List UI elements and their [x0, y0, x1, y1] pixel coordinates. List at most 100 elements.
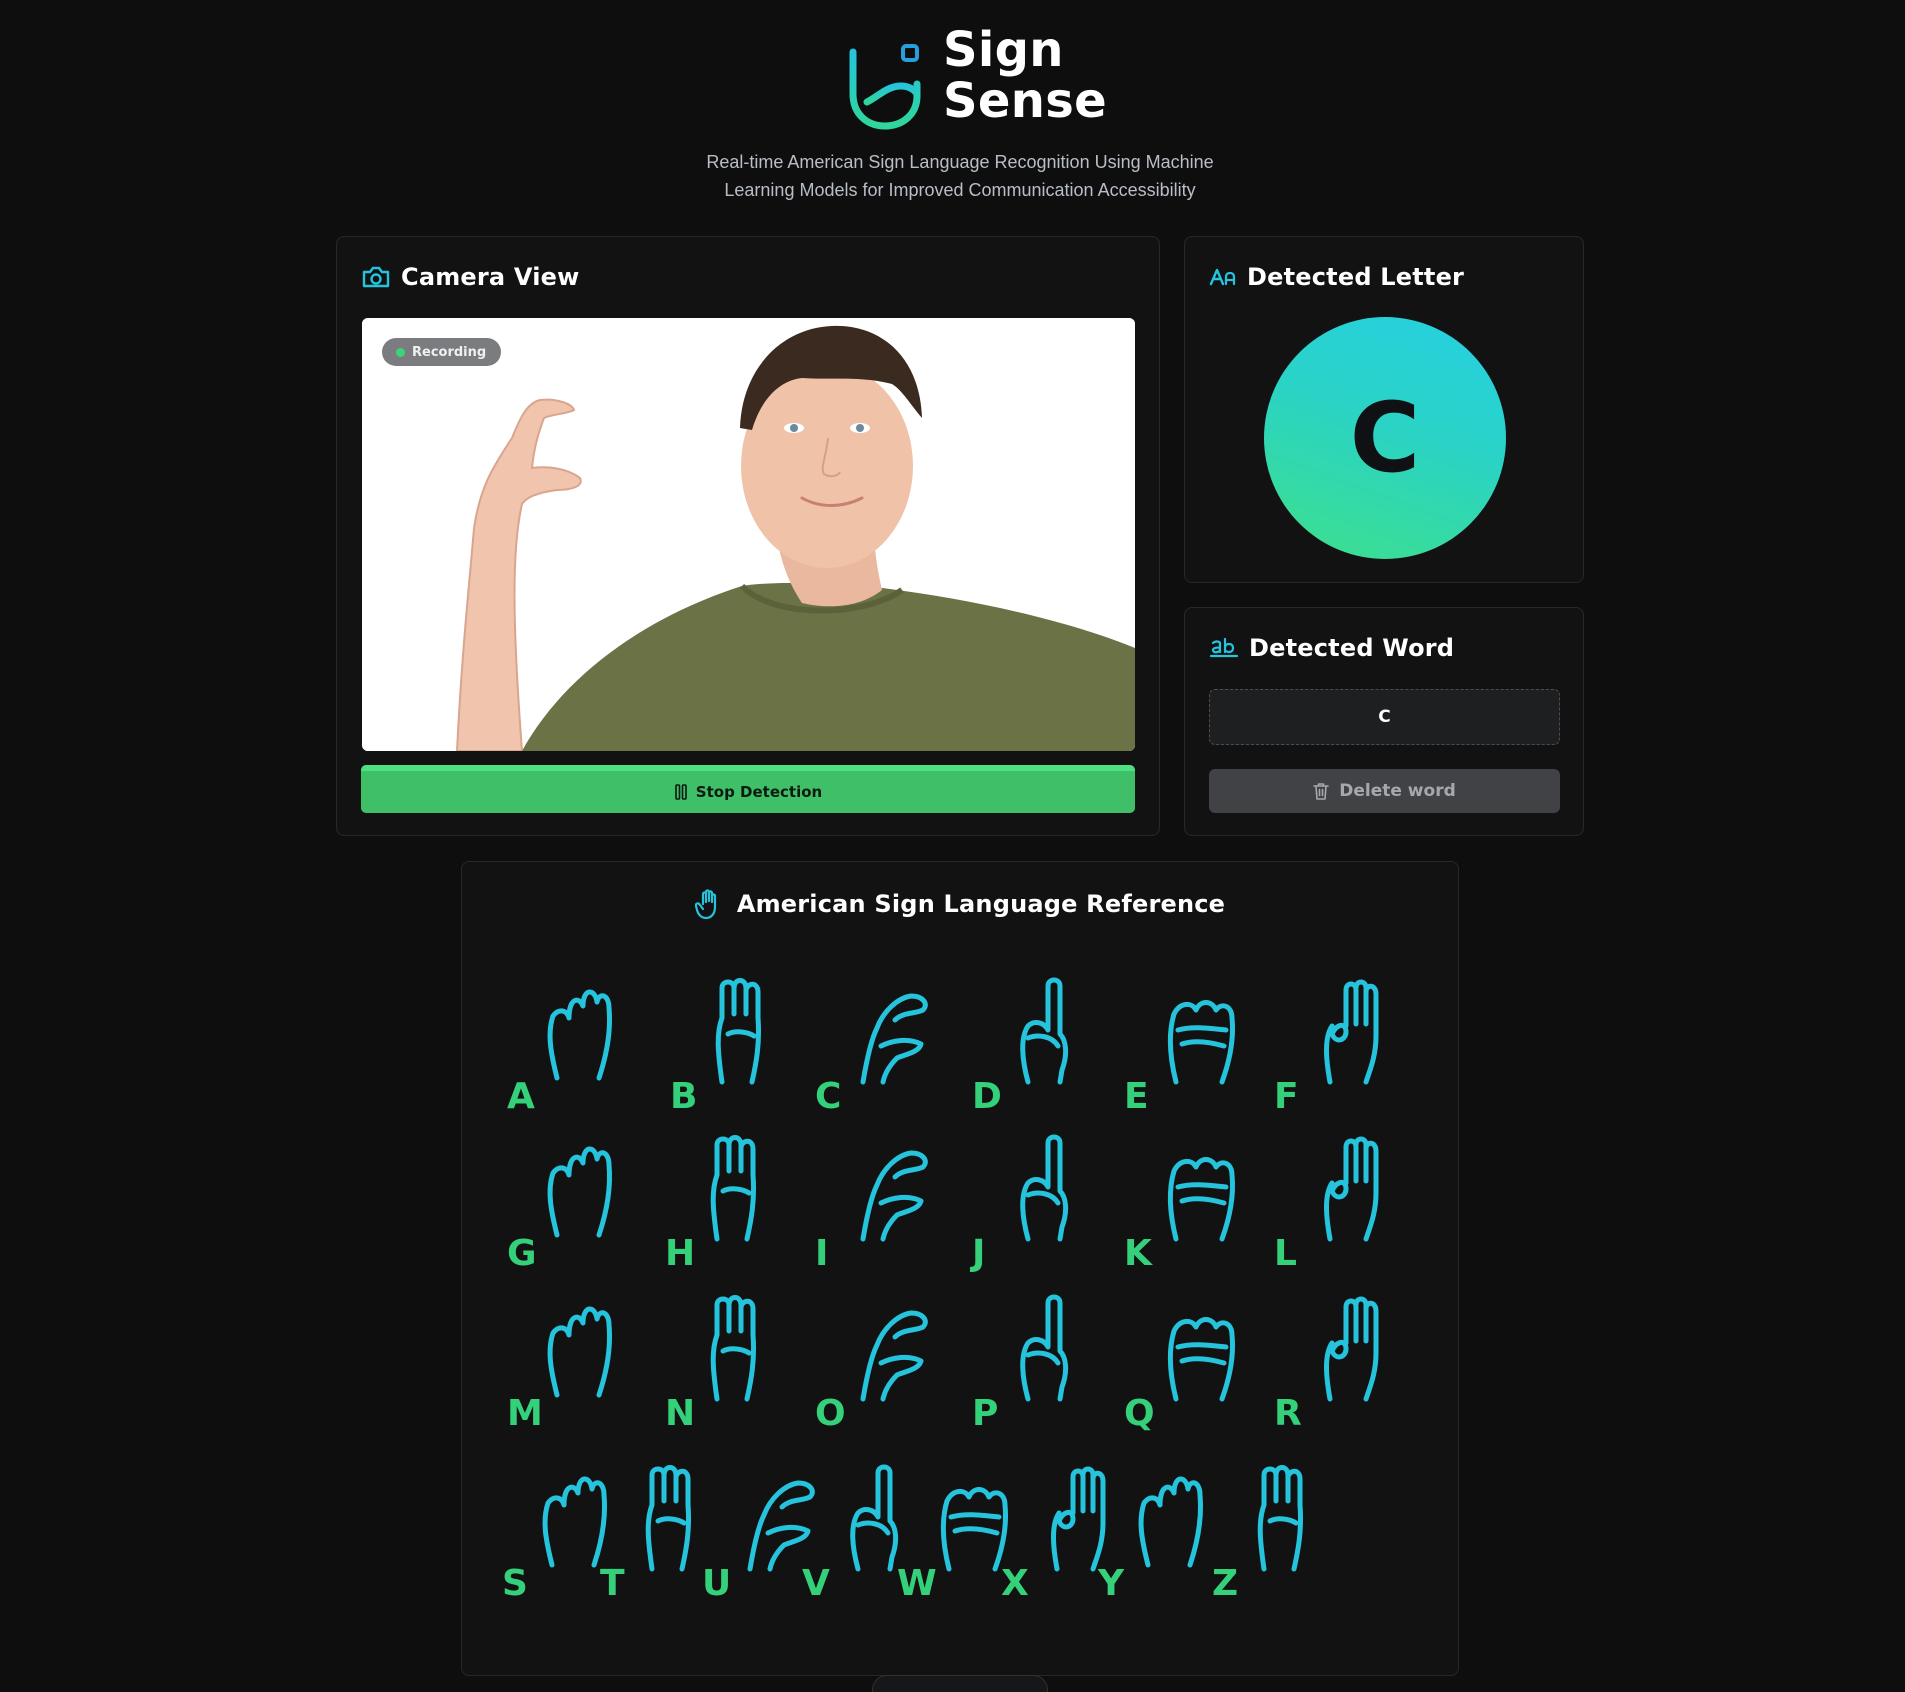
asl-sign-letter: T [600, 1563, 625, 1604]
asl-sign-b: B [670, 969, 800, 1119]
asl-sign-letter: V [802, 1563, 830, 1604]
asl-sign-letter: H [665, 1233, 696, 1274]
asl-sign-e: E [1124, 969, 1254, 1119]
hand-sign-d-icon [1020, 977, 1069, 1085]
asl-sign-letter: A [507, 1076, 535, 1117]
hand-sign-h-icon [710, 1135, 757, 1242]
asl-sign-letter: W [897, 1563, 937, 1604]
asl-sign-letter: N [665, 1393, 696, 1434]
asl-sign-letter: S [502, 1563, 528, 1604]
hand-logo-icon [849, 22, 921, 130]
asl-sign-letter: F [1274, 1076, 1299, 1117]
hand-sign-q-icon [1167, 1317, 1235, 1402]
asl-sign-letter: G [507, 1233, 537, 1274]
detected-letter-title: Detected Letter [1247, 263, 1465, 291]
detected-word-value: C [1378, 707, 1391, 727]
asl-sign-letter: P [972, 1393, 999, 1434]
camera-card: Camera View Recording Stop Detection [336, 236, 1160, 836]
camera-card-title: Camera View [401, 263, 580, 291]
asl-sign-letter: C [815, 1076, 842, 1117]
pause-icon [674, 784, 687, 800]
hand-sign-r-icon [1324, 1296, 1379, 1402]
bottom-toolbar[interactable] [872, 1675, 1048, 1692]
asl-sign-y: Y [1098, 1456, 1228, 1606]
detected-word-field: C [1209, 689, 1560, 745]
camera-feed: Recording [362, 318, 1135, 751]
tagline-line2: Learning Models for Improved Communicati… [724, 180, 1196, 200]
asl-sign-letter: E [1124, 1076, 1149, 1117]
detected-letter-display: C [1264, 317, 1506, 559]
asl-sign-letter: M [507, 1393, 543, 1434]
hand-sign-c-icon [860, 993, 928, 1085]
tagline: Real-time American Sign Language Recogni… [560, 148, 1360, 204]
brand-name: Sign Sense [943, 25, 1107, 127]
detected-word-card: Detected Word C Delete word [1184, 607, 1584, 836]
text-ab-icon [1209, 637, 1239, 658]
hand-sign-z-icon [1257, 1465, 1304, 1572]
asl-sign-z: Z [1212, 1456, 1342, 1606]
asl-sign-letter: X [1001, 1563, 1029, 1604]
asl-sign-letter: Q [1124, 1393, 1155, 1434]
recording-status-label: Recording [412, 344, 487, 360]
detected-word-header: Detected Word [1209, 634, 1454, 662]
hand-sign-m-icon [547, 1306, 612, 1398]
detected-letter-header: Detected Letter [1209, 263, 1464, 291]
delete-word-label: Delete word [1339, 781, 1456, 801]
brand: Sign Sense [843, 22, 1107, 130]
hand-sign-n-icon [710, 1295, 757, 1402]
asl-sign-letter: K [1124, 1233, 1152, 1274]
stop-detection-button[interactable]: Stop Detection [361, 765, 1135, 813]
asl-sign-letter: L [1274, 1233, 1297, 1274]
asl-sign-letter: D [972, 1076, 1002, 1117]
asl-sign-f: F [1274, 969, 1404, 1119]
hand-sign-e-icon [1167, 1000, 1235, 1085]
asl-sign-l: L [1274, 1126, 1404, 1276]
hand-sign-g-icon [547, 1146, 612, 1238]
hand-sign-y-icon [1138, 1476, 1203, 1568]
hand-sign-l-icon [1324, 1136, 1379, 1242]
asl-sign-g: G [507, 1126, 637, 1276]
letter-case-icon [1209, 268, 1236, 286]
asl-sign-a: A [507, 969, 637, 1119]
detected-letter-card: Detected Letter C [1184, 236, 1584, 583]
camera-card-header: Camera View [361, 263, 580, 291]
asl-sign-letter: I [815, 1233, 829, 1274]
asl-sign-letter: J [972, 1233, 986, 1274]
recording-status-badge: Recording [382, 338, 502, 366]
asl-reference-card: American Sign Language Reference ABCDEFG… [461, 861, 1459, 1676]
delete-word-button[interactable]: Delete word [1209, 769, 1560, 813]
asl-sign-letter: Y [1098, 1563, 1125, 1604]
trash-icon [1313, 783, 1330, 800]
asl-sign-n: N [665, 1286, 795, 1436]
stop-detection-label: Stop Detection [695, 783, 823, 801]
asl-sign-r: R [1274, 1286, 1404, 1436]
brand-name-line1: Sign [943, 22, 1064, 78]
asl-sign-letter: O [815, 1393, 846, 1434]
hand-sign-f-icon [1324, 979, 1379, 1085]
hand-sign-b-icon [715, 978, 762, 1085]
asl-sign-j: J [972, 1126, 1102, 1276]
asl-sign-letter: B [670, 1076, 698, 1117]
hand-sign-i-icon [860, 1150, 928, 1242]
hand-sign-j-icon [1020, 1134, 1069, 1242]
brand-name-line2: Sense [943, 73, 1107, 129]
asl-sign-q: Q [1124, 1286, 1254, 1436]
hand-sign-p-icon [1020, 1294, 1069, 1402]
asl-sign-d: D [972, 969, 1102, 1119]
asl-sign-letter: R [1274, 1393, 1302, 1434]
detected-word-title: Detected Word [1249, 634, 1455, 662]
asl-sign-letter: Z [1212, 1563, 1239, 1604]
camera-icon [362, 266, 390, 288]
asl-sign-m: M [507, 1286, 637, 1436]
tagline-line1: Real-time American Sign Language Recogni… [706, 152, 1214, 172]
asl-sign-o: O [815, 1286, 945, 1436]
asl-sign-h: H [665, 1126, 795, 1276]
recording-dot-icon [396, 347, 405, 357]
asl-sign-c: C [815, 969, 945, 1119]
asl-reference-grid: A B C D E F G H I J K L M N O P Q R S T U V W X Y Z [462, 862, 1458, 1675]
hand-sign-a-icon [547, 989, 612, 1081]
hand-sign-o-icon [860, 1310, 928, 1402]
asl-sign-letter: U [702, 1563, 732, 1604]
asl-sign-k: K [1124, 1126, 1254, 1276]
detected-letter-value: C [1349, 382, 1421, 494]
